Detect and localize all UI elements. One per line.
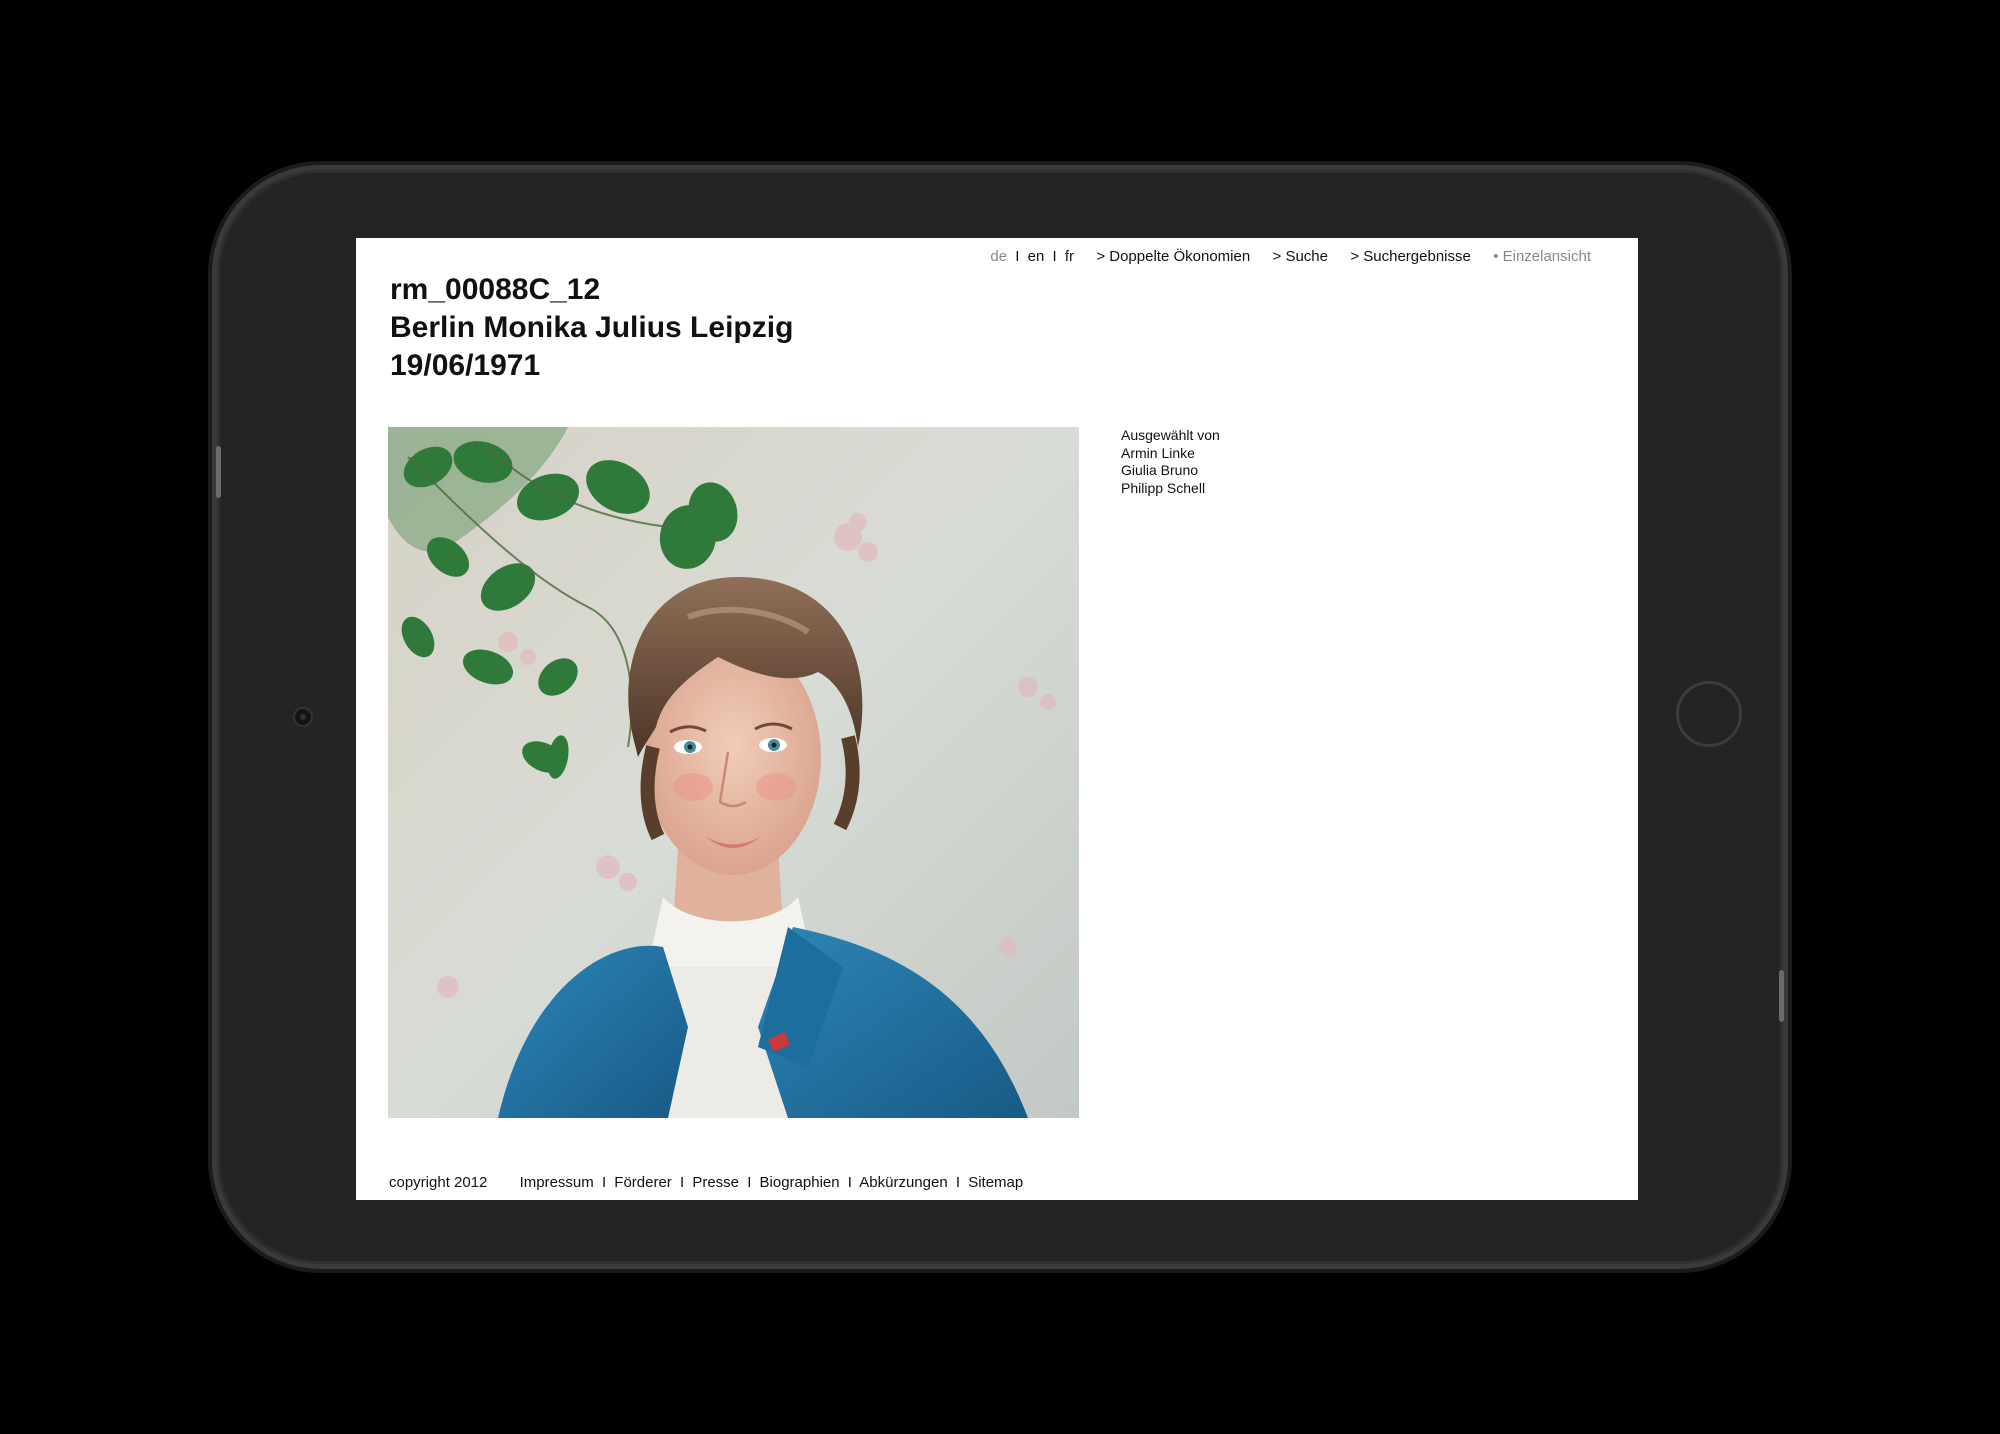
credit-name: Armin Linke xyxy=(1121,444,1195,461)
footer-link-presse[interactable]: Presse xyxy=(692,1174,739,1191)
footer-separator: I xyxy=(679,1174,685,1191)
selection-credits: Ausgewählt von Armin Linke Giulia Bruno … xyxy=(1121,427,1220,497)
lang-en-link[interactable]: en xyxy=(1028,248,1045,265)
record-id: rm_00088C_12 xyxy=(390,273,601,306)
breadcrumb-doppelte-oekonomien[interactable]: > Doppelte Ökonomien xyxy=(1096,248,1250,265)
footer-link-sitemap[interactable]: Sitemap xyxy=(968,1174,1023,1191)
credit-name: Giulia Bruno xyxy=(1121,462,1199,478)
breadcrumb-suchergebnisse[interactable]: > Suchergebnisse xyxy=(1350,248,1471,265)
top-navigation: de I en I fr > Doppelte Ökonomien > Such… xyxy=(990,248,1591,265)
lang-fr-link[interactable]: fr xyxy=(1065,248,1074,265)
volume-button xyxy=(216,446,221,498)
portrait-illustration xyxy=(388,427,1079,1118)
footer-link-impressum[interactable]: Impressum xyxy=(520,1174,594,1191)
breadcrumb-current-einzelansicht: • Einzelansicht xyxy=(1493,248,1591,265)
lang-separator: I xyxy=(1052,248,1057,265)
footer-separator: I xyxy=(601,1174,607,1191)
front-camera xyxy=(293,707,313,727)
record-date: 19/06/1971 xyxy=(390,349,541,382)
lang-separator: I xyxy=(1015,248,1020,265)
footer-separator: I xyxy=(847,1174,852,1191)
power-button xyxy=(1779,970,1784,1022)
footer-link-foerderer[interactable]: Förderer xyxy=(614,1174,672,1191)
home-button[interactable] xyxy=(1676,681,1742,747)
credit-name: Philipp Schell xyxy=(1121,479,1206,496)
footer-separator: I xyxy=(955,1174,961,1191)
page-footer: copyright 2012 Impressum I Förderer I Pr… xyxy=(389,1174,1023,1191)
copyright-text: copyright 2012 xyxy=(389,1174,488,1191)
footer-link-biographien[interactable]: Biographien xyxy=(760,1174,840,1191)
lang-de-link[interactable]: de xyxy=(990,248,1007,265)
footer-link-abkuerzungen[interactable]: Abkürzungen xyxy=(859,1174,947,1191)
record-title: rm_00088C_12 Berlin Monika Julius Leipzi… xyxy=(390,271,793,385)
credits-label: Ausgewählt von xyxy=(1121,427,1220,443)
browser-screen: de I en I fr > Doppelte Ökonomien > Such… xyxy=(356,238,1638,1200)
breadcrumb-suche[interactable]: > Suche xyxy=(1273,248,1328,265)
portrait-photo[interactable] xyxy=(388,427,1079,1118)
footer-separator: I xyxy=(747,1174,752,1191)
record-caption: Berlin Monika Julius Leipzig xyxy=(390,311,794,344)
